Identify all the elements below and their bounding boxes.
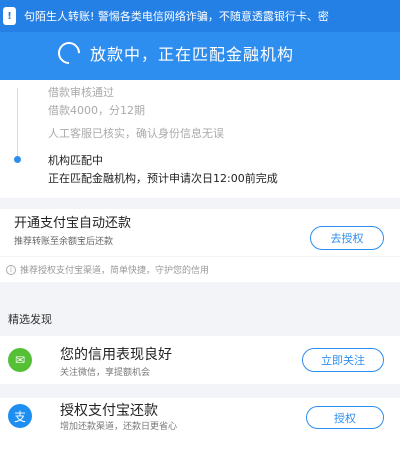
- go-authorize-button[interactable]: 去授权: [310, 226, 384, 250]
- autopay-card: 开通支付宝自动还款 推荐转账至余额宝后还款 去授权: [0, 209, 400, 256]
- info-icon: i: [6, 264, 16, 275]
- feature-alipay-authorize: 支 授权支付宝还款 增加还款渠道，还款日更省心 授权: [0, 398, 400, 452]
- timeline-active-dot: [14, 156, 21, 163]
- step-title: 借款审核通过: [48, 86, 114, 99]
- step-detail: 正在匹配金融机构，预计申请次日12:00前完成: [48, 172, 278, 185]
- timeline-step-verified: 人工客服已核实，确认身份信息无误: [48, 125, 224, 143]
- status-title: 放款中，正在匹配金融机构: [90, 45, 295, 64]
- timeline-step-matching: 机构匹配中 正在匹配金融机构，预计申请次日12:00前完成: [48, 152, 278, 188]
- feature-title: 授权支付宝还款: [60, 403, 158, 419]
- tip-text: 推荐授权支付宝渠道，简单快捷，守护您的信用: [20, 266, 210, 276]
- loan-status: 放款中，正在匹配金融机构: [0, 34, 400, 72]
- loading-spinner-icon: [53, 37, 85, 69]
- step-detail: 借款4000，分12期: [48, 104, 145, 117]
- progress-timeline: 借款审核通过 借款4000，分12期 人工客服已核实，确认身份信息无误 机构匹配…: [0, 80, 400, 198]
- fraud-notice-bar: ! 句陌生人转账! 警惕各类电信网络诈骗，不随意透露银行卡、密: [0, 0, 400, 32]
- notice-icon: !: [3, 7, 16, 25]
- alipay-icon: 支: [8, 404, 32, 428]
- feature-subtitle: 增加还款渠道，还款日更省心: [60, 422, 178, 432]
- autopay-tip: i 推荐授权支付宝渠道，简单快捷，守护您的信用: [0, 257, 400, 282]
- timeline-line: [17, 88, 18, 158]
- feature-subtitle: 关注微信，享提额机会: [60, 368, 151, 378]
- step-title: 机构匹配中: [48, 154, 103, 167]
- follow-now-button[interactable]: 立即关注: [302, 348, 384, 372]
- step-title: 人工客服已核实，确认身份信息无误: [48, 127, 224, 140]
- feature-wechat-follow: ✉ 您的信用表现良好 关注微信，享提额机会 立即关注: [0, 336, 400, 384]
- authorize-button[interactable]: 授权: [306, 406, 384, 429]
- autopay-subtitle: 推荐转账至余额宝后还款: [14, 237, 114, 247]
- feature-title: 您的信用表现良好: [60, 347, 172, 363]
- wechat-icon: ✉: [8, 348, 32, 372]
- section-title: 精选发现: [8, 313, 52, 326]
- autopay-title: 开通支付宝自动还款: [14, 216, 132, 231]
- timeline-step-approved: 借款审核通过 借款4000，分12期: [48, 84, 145, 120]
- notice-text: 句陌生人转账! 警惕各类电信网络诈骗，不随意透露银行卡、密: [24, 10, 329, 23]
